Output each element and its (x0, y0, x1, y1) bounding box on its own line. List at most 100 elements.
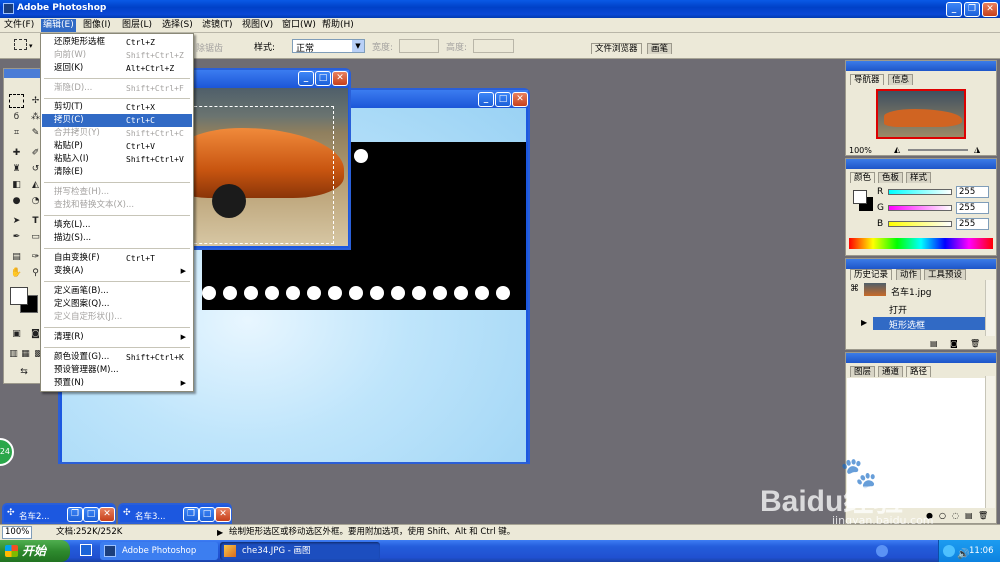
menu-view[interactable]: 视图(V) (240, 19, 275, 32)
b-value[interactable]: 255 (956, 218, 989, 230)
new-snapshot-icon[interactable]: ◙ (950, 339, 958, 348)
menu-select[interactable]: 选择(S) (160, 19, 195, 32)
taskbar-paint[interactable]: che34.JPG - 画图 (220, 542, 380, 560)
history-snapshot-row[interactable]: ⌘ 名车1.jpg (847, 282, 987, 298)
menu-preset-manager[interactable]: 预设管理器(M)... (42, 364, 192, 377)
menu-window[interactable]: 窗口(W) (280, 19, 318, 32)
menu-step-forward[interactable]: 向前(W) Shift+Ctrl+Z (42, 49, 192, 62)
tab-brushes[interactable]: 画笔 (647, 43, 673, 54)
menu-image[interactable]: 图像(I) (81, 19, 113, 32)
menu-paste[interactable]: 粘贴(P) Ctrl+V (42, 140, 192, 153)
tab-info[interactable]: 信息 (888, 74, 914, 85)
height-field[interactable] (473, 39, 514, 53)
start-button[interactable]: 开始 (0, 540, 70, 562)
menu-edit[interactable]: 编辑(E) (41, 19, 76, 32)
history-scrollbar[interactable] (985, 280, 995, 336)
notes-tool-icon[interactable]: ▤ (9, 250, 24, 264)
volume-icon[interactable]: 🔊 (957, 544, 969, 562)
status-arrow-icon[interactable]: ▶ (217, 525, 223, 540)
tab-styles[interactable]: 样式 (906, 172, 932, 183)
menu-fade[interactable]: 渐隐(D)... Shift+Ctrl+F (42, 82, 192, 95)
menu-filter[interactable]: 滤镜(T) (200, 19, 235, 32)
foreground-color-swatch[interactable] (10, 287, 28, 305)
menu-file[interactable]: 文件(F) (2, 19, 36, 32)
g-value[interactable]: 255 (956, 202, 989, 214)
zoom-out-icon[interactable]: ◭ (894, 145, 900, 154)
layers-scrollbar[interactable] (985, 376, 995, 508)
blur-tool-icon[interactable]: ● (9, 194, 24, 208)
width-field[interactable] (399, 39, 439, 53)
stamp-tool-icon[interactable]: ♜ (9, 162, 24, 176)
zoom-in-icon[interactable]: ◮ (974, 145, 980, 154)
jump-to-imageready-icon[interactable]: ⇆ (9, 365, 39, 379)
tab-color[interactable]: 颜色 (850, 172, 876, 183)
min-doc-1-restore-button[interactable]: ❐ (67, 507, 83, 522)
doc-front-maximize-button[interactable]: □ (315, 71, 331, 86)
tab-layers[interactable]: 图层 (850, 366, 876, 377)
doc-back-minimize-button[interactable]: _ (478, 92, 494, 107)
document-window-front[interactable]: _ □ ✕ (180, 68, 351, 250)
history-brush-source-icon[interactable]: ⌘ (850, 284, 859, 294)
restore-button[interactable]: ❐ (964, 2, 980, 17)
tab-channels[interactable]: 通道 (878, 366, 904, 377)
menu-purge[interactable]: 清理(R) ▶ (42, 331, 192, 344)
hand-tool-icon[interactable]: ✋ (9, 266, 24, 280)
pen-tool-icon[interactable]: ✒ (9, 230, 24, 244)
path-select-icon[interactable]: ➤ (9, 214, 24, 228)
minimized-doc-2[interactable]: ✣ 名车3... ❐ □ ✕ (118, 503, 232, 524)
doc-back-close-button[interactable]: ✕ (512, 92, 528, 107)
tab-file-browser[interactable]: 文件浏览器 (591, 43, 642, 54)
doc-front-close-button[interactable]: ✕ (332, 71, 348, 86)
history-item-open[interactable]: 打开 (847, 302, 987, 316)
taskbar-scroll-icon[interactable] (876, 545, 888, 557)
eraser-tool-icon[interactable]: ◧ (9, 178, 24, 192)
menu-define-brush[interactable]: 定义画笔(B)... (42, 285, 192, 298)
min-doc-2-maximize-button[interactable]: □ (199, 507, 215, 522)
zoom-slider[interactable] (908, 149, 968, 151)
menu-step-backward[interactable]: 返回(K) Alt+Ctrl+Z (42, 62, 192, 75)
delete-path-icon[interactable]: 🗑 (978, 511, 988, 520)
tool-preset-arrow-icon[interactable]: ▾ (29, 42, 33, 50)
tab-actions[interactable]: 动作 (896, 269, 922, 280)
marquee-tool-icon[interactable] (9, 94, 24, 108)
menu-paste-into[interactable]: 粘贴入(I) Shift+Ctrl+V (42, 153, 192, 166)
color-fg-swatch[interactable] (853, 190, 867, 204)
menu-define-pattern[interactable]: 定义图案(Q)... (42, 298, 192, 311)
lasso-tool-icon[interactable]: ϭ (9, 110, 24, 124)
min-doc-2-close-button[interactable]: ✕ (215, 507, 231, 522)
network-icon[interactable] (943, 545, 955, 557)
doc-front-minimize-button[interactable]: _ (298, 71, 314, 86)
navigator-thumbnail[interactable] (876, 89, 966, 139)
menu-undo[interactable]: 还原矩形选框 Ctrl+Z (42, 36, 192, 49)
r-value[interactable]: 255 (956, 186, 989, 198)
taskbar-photoshop[interactable]: Adobe Photoshop (100, 542, 218, 560)
minimize-button[interactable]: _ (946, 2, 962, 17)
tab-history[interactable]: 历史记录 (850, 269, 893, 280)
menu-help[interactable]: 帮助(H) (320, 19, 356, 32)
color-spectrum-bar[interactable] (849, 238, 993, 249)
tab-swatches[interactable]: 色板 (878, 172, 904, 183)
marquee-tool-icon[interactable] (14, 39, 27, 50)
doc-back-maximize-button[interactable]: □ (495, 92, 511, 107)
crop-tool-icon[interactable]: ⌗ (9, 126, 24, 140)
menu-copy-merged[interactable]: 合并拷贝(Y) Shift+Ctrl+C (42, 127, 192, 140)
menu-copy[interactable]: 拷贝(C) Ctrl+C (42, 114, 192, 127)
navigator-zoom[interactable]: 100% (849, 146, 872, 155)
min-doc-1-maximize-button[interactable]: □ (83, 507, 99, 522)
car-photo[interactable] (184, 88, 348, 246)
menu-define-custom-shape[interactable]: 定义自定形状(J)... (42, 311, 192, 324)
menu-stroke[interactable]: 描边(S)... (42, 232, 192, 245)
menu-spell-check[interactable]: 拼写检查(H)... (42, 186, 192, 199)
new-document-icon[interactable]: ▤ (930, 339, 938, 348)
menu-layer[interactable]: 图层(L) (120, 19, 154, 32)
menu-color-settings[interactable]: 颜色设置(G)... Shift+Ctrl+K (42, 351, 192, 364)
menu-fill[interactable]: 填充(L)... (42, 219, 192, 232)
new-path-icon[interactable]: ▤ (965, 511, 973, 520)
g-slider[interactable] (888, 205, 952, 211)
delete-state-icon[interactable]: 🗑 (970, 339, 980, 348)
min-doc-2-restore-button[interactable]: ❐ (183, 507, 199, 522)
b-slider[interactable] (888, 221, 952, 227)
status-doc-size[interactable]: 文档:252K/252K (56, 525, 122, 540)
menu-find-replace[interactable]: 查找和替换文本(X)... (42, 199, 192, 212)
tab-navigator[interactable]: 导航器 (850, 74, 884, 85)
